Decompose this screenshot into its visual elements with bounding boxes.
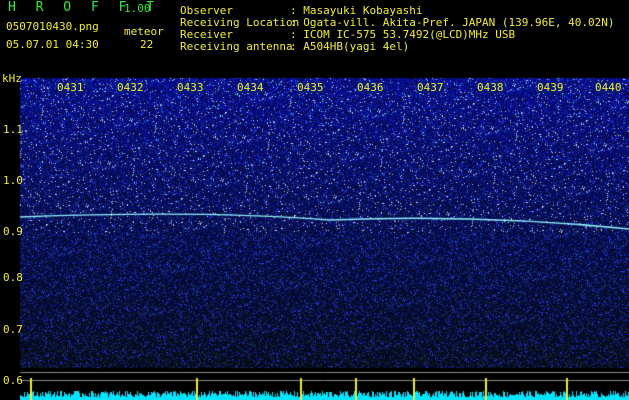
capture-datetime: 05.07.01 04:30 [6, 38, 99, 51]
time-label-0432: 0432 [117, 81, 144, 94]
time-label-0431: 0431 [57, 81, 84, 94]
time-label-0440: 0440 [595, 81, 622, 94]
antenna-value: : A504HB(yagi 4el) [290, 40, 410, 53]
freq-label-0-6: 0.6 [3, 374, 23, 387]
freq-label-0-9: 0.9 [3, 225, 23, 238]
freq-label-1-1: 1.1 [3, 123, 23, 136]
freq-label-0-7: 0.7 [3, 323, 23, 336]
time-label-0438: 0438 [477, 81, 504, 94]
file-name: 0507010430.png [6, 20, 99, 33]
time-label-0435: 0435 [297, 81, 324, 94]
time-label-0439: 0439 [537, 81, 564, 94]
time-label-0434: 0434 [237, 81, 264, 94]
freq-label-1-0: 1.0 [3, 174, 23, 187]
app-version: 1.00 [124, 2, 151, 15]
time-label-0433: 0433 [177, 81, 204, 94]
freq-label-0-8: 0.8 [3, 271, 23, 284]
meteor-count: 22 [140, 38, 154, 51]
time-label-0436: 0436 [357, 81, 384, 94]
frequency-unit-label: kHz [2, 72, 22, 85]
time-label-0437: 0437 [417, 81, 444, 94]
hroft-window: H R O F F T 1.00 0507010430.png meteor 0… [0, 0, 629, 400]
meteor-label: meteor [124, 25, 164, 38]
spectrogram-canvas [0, 0, 629, 400]
antenna-key: Receiving antenna [180, 40, 293, 53]
